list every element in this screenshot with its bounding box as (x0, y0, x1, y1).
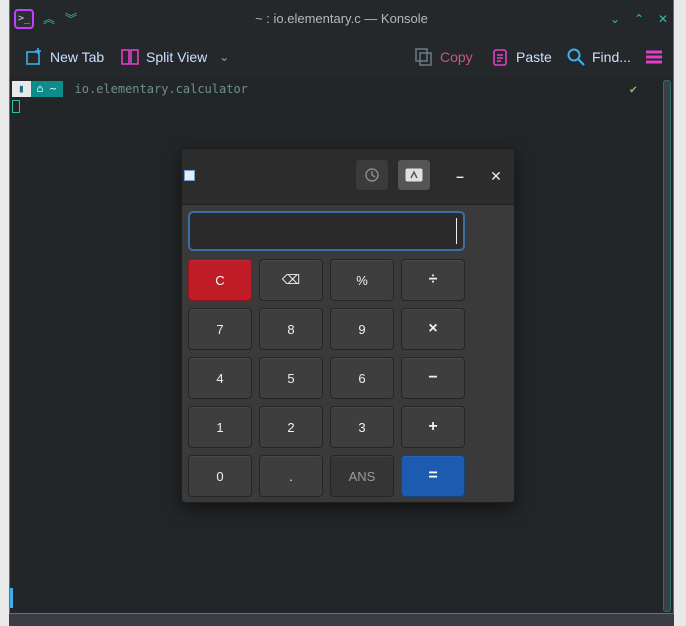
os-logo-segment: ▮ (12, 81, 31, 97)
key-label: 8 (287, 321, 295, 337)
split-view-button[interactable]: Split View ⌄ (120, 46, 229, 68)
success-check-icon: ✔ (629, 82, 637, 96)
hamburger-menu-button[interactable] (644, 46, 664, 68)
key-label: 2 (287, 419, 295, 435)
key-add-button[interactable]: + (401, 406, 465, 448)
calculator-headerbar: – ✕ (182, 149, 514, 205)
key-divide-button[interactable]: ÷ (401, 259, 465, 301)
key-digit-1-button[interactable]: 1 (188, 406, 252, 448)
key-label: = (428, 467, 438, 484)
text-caret (456, 218, 457, 244)
home-dir-segment: ⌂ ~ (30, 81, 63, 97)
key-label: 9 (358, 321, 366, 337)
key-multiply-button[interactable]: × (401, 308, 465, 350)
key-digit-8-button[interactable]: 8 (259, 308, 323, 350)
hamburger-menu-icon (646, 50, 662, 64)
key-equals-button[interactable]: = (401, 455, 465, 497)
key-subtract-button[interactable]: − (401, 357, 465, 399)
copy-button[interactable]: Copy (414, 46, 473, 68)
key-digit-6-button[interactable]: 6 (330, 357, 394, 399)
calculator-display-input[interactable] (188, 211, 465, 251)
konsole-toolbar: New Tab Split View ⌄ Copy Paste Find... (10, 38, 673, 76)
extended-mode-icon (405, 168, 423, 182)
chevron-down-icon: ⌄ (219, 50, 230, 64)
key-clear-button[interactable]: C (188, 259, 252, 301)
shell-prompt: ▮ ⌂ ~ io.elementary.calculator (12, 81, 248, 97)
new-tab-label: New Tab (50, 49, 105, 65)
copy-label: Copy (440, 49, 473, 65)
window-title: ~ : io.elementary.c — Konsole (255, 11, 428, 26)
key-digit-0-button[interactable]: 0 (188, 455, 252, 497)
home-dir-label: ~ (49, 82, 57, 95)
history-button[interactable] (355, 159, 389, 191)
key-label: ⌫ (281, 272, 301, 287)
paste-label: Paste (516, 49, 552, 65)
split-view-label: Split View (146, 49, 208, 65)
key-backspace-button[interactable]: ⌫ (259, 259, 323, 301)
key-label: . (289, 468, 293, 484)
key-label: % (356, 272, 368, 288)
calc-close-button[interactable]: ✕ (485, 166, 507, 186)
calculator-app-icon (184, 170, 195, 181)
key-digit-4-button[interactable]: 4 (188, 357, 252, 399)
paste-icon (493, 49, 507, 66)
konsole-titlebar: >_ ︽ ︾ ~ : io.elementary.c — Konsole ⌄ ⌃… (10, 0, 673, 38)
key-label: ANS (348, 468, 376, 484)
key-digit-7-button[interactable]: 7 (188, 308, 252, 350)
key-label: − (428, 369, 438, 386)
key-ans-button[interactable]: ANS (330, 455, 394, 497)
key-label: 7 (216, 321, 224, 337)
history-icon (365, 168, 379, 182)
key-label: + (428, 418, 438, 435)
terminal-scrollbar[interactable] (663, 80, 671, 612)
key-digit-2-button[interactable]: 2 (259, 406, 323, 448)
terminal-marker (10, 588, 13, 608)
minimize-button[interactable]: ⌄ (606, 10, 624, 28)
key-label: C (215, 272, 225, 288)
key-label: 1 (216, 419, 224, 435)
paste-button[interactable]: Paste (490, 46, 552, 68)
key-label: 0 (216, 468, 224, 484)
new-tab-icon (26, 48, 41, 65)
copy-icon (415, 48, 432, 66)
key-label: ÷ (428, 271, 438, 288)
search-icon (567, 48, 585, 66)
key-label: × (428, 320, 438, 337)
calculator-window: – ✕ C ⌫% ÷ 7 8 9 × 4 5 6 − 1 2 3 +0. ANS = (181, 148, 515, 503)
key-percent-button[interactable]: % (330, 259, 394, 301)
command-text: io.elementary.calculator (74, 82, 248, 96)
key-label: 4 (216, 370, 224, 386)
maximize-button[interactable]: ⌃ (630, 10, 648, 28)
new-tab-button[interactable]: New Tab (24, 46, 104, 68)
key-digit-3-button[interactable]: 3 (330, 406, 394, 448)
close-button[interactable]: ✕ (654, 10, 672, 28)
key-label: 6 (358, 370, 366, 386)
background-window-left (0, 0, 9, 626)
terminal-cursor (12, 100, 20, 113)
extended-mode-button[interactable] (397, 159, 431, 191)
key-digit-9-button[interactable]: 9 (330, 308, 394, 350)
find-label: Find... (592, 49, 631, 65)
key-label: 5 (287, 370, 295, 386)
key-decimal-button[interactable]: . (259, 455, 323, 497)
find-button[interactable]: Find... (566, 46, 631, 68)
calc-minimize-button[interactable]: – (449, 166, 471, 186)
background-window-right (674, 0, 686, 626)
key-label: 3 (358, 419, 366, 435)
key-digit-5-button[interactable]: 5 (259, 357, 323, 399)
split-view-icon (121, 49, 139, 65)
